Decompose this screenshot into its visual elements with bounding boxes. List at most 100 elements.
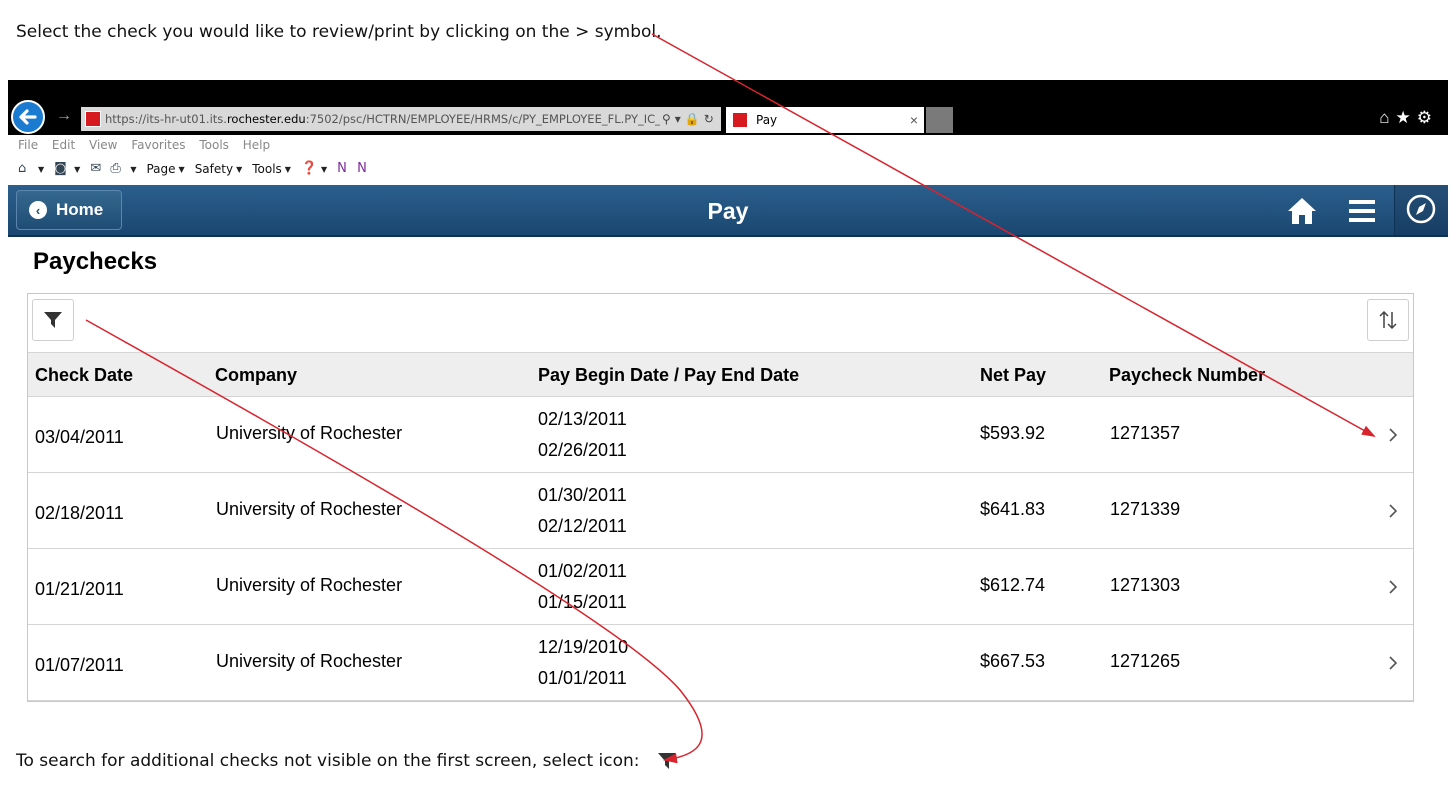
caret-icon[interactable]: ▼ — [74, 165, 80, 174]
tab-close-icon[interactable]: × — [910, 112, 918, 128]
browser-command-bar: ⌂ ▼ ◙ ▼ ✉ ⎙ ▼ Page ▼ Safety ▼ Tools ▼ ❓ ▼ N N — [8, 155, 1448, 183]
table-row[interactable]: 01/07/2011 University of Rochester 12/19… — [28, 625, 1413, 701]
paycheck-number: 1271265 — [1110, 651, 1181, 671]
pay-begin-date: 02/13/2011 — [538, 409, 627, 429]
caret-icon[interactable]: ▼ — [285, 165, 291, 174]
col-paycheck-number[interactable]: Paycheck Number — [1109, 365, 1265, 386]
table-row[interactable]: 02/18/2011 University of Rochester 01/30… — [28, 473, 1413, 549]
menu-favorites[interactable]: Favorites — [131, 138, 185, 152]
navbar-zone[interactable] — [1394, 185, 1448, 235]
browser-menubar: File Edit View Favorites Tools Help — [8, 135, 1448, 155]
instruction-bottom-text: To search for additional checks not visi… — [16, 751, 640, 771]
col-company[interactable]: Company — [215, 365, 297, 386]
check-date: 03/04/2011 — [35, 427, 124, 447]
print-icon[interactable]: ⎙ — [110, 162, 126, 176]
browser-toolbar-icons: ⌂★⚙ — [1379, 108, 1438, 128]
sort-icon — [1379, 310, 1397, 330]
filter-icon — [44, 312, 62, 328]
caret-icon[interactable]: ▼ — [179, 165, 185, 174]
caret-icon[interactable]: ▼ — [236, 165, 242, 174]
net-pay: $593.92 — [980, 423, 1046, 443]
back-arrow-icon — [19, 109, 37, 125]
net-pay: $612.74 — [980, 575, 1046, 595]
cmd-page[interactable]: Page — [146, 162, 175, 176]
company: University of Rochester — [216, 423, 403, 443]
url-domain: rochester.edu — [226, 112, 306, 126]
paycheck-number: 1271339 — [1110, 499, 1181, 519]
table-row[interactable]: 01/21/2011 University of Rochester 01/02… — [28, 549, 1413, 625]
cmd-tools[interactable]: Tools — [252, 162, 282, 176]
favorites-star-icon[interactable]: ★ — [1396, 108, 1417, 127]
browser-forward-button[interactable]: → — [56, 107, 72, 125]
browser-home-icon[interactable]: ⌂ — [1379, 108, 1395, 127]
caret-icon[interactable]: ▼ — [130, 165, 136, 174]
cmd-home-icon[interactable]: ⌂ — [18, 162, 34, 176]
mail-icon[interactable]: ✉ — [90, 162, 106, 176]
oracle-favicon-icon — [85, 111, 101, 127]
check-date: 01/07/2011 — [35, 655, 124, 675]
new-tab-button[interactable] — [926, 107, 953, 133]
url-prefix: https://its-hr-ut01.its. — [105, 112, 227, 126]
help-icon[interactable]: ❓ — [301, 162, 317, 176]
browser-tabbar: → https://its-hr-ut01.its.rochester.edu:… — [8, 80, 1448, 135]
compass-icon[interactable] — [1405, 193, 1437, 225]
page-header-title: Pay — [707, 198, 749, 224]
grid-toolbar — [28, 294, 1413, 352]
caret-icon[interactable]: ▼ — [38, 165, 44, 174]
pay-end-date: 02/26/2011 — [538, 440, 627, 460]
instruction-bottom: To search for additional checks not visi… — [16, 750, 679, 772]
tab-favicon-icon — [732, 112, 748, 128]
filter-button[interactable] — [32, 299, 74, 341]
onenote-linked-icon[interactable]: N — [357, 162, 373, 176]
company: University of Rochester — [216, 499, 403, 519]
paycheck-number: 1271357 — [1110, 423, 1181, 443]
company: University of Rochester — [216, 651, 403, 671]
net-pay: $641.83 — [980, 499, 1046, 519]
table-header: Check Date Company Pay Begin Date / Pay … — [28, 352, 1413, 397]
address-bar[interactable]: https://its-hr-ut01.its.rochester.edu:75… — [81, 107, 721, 131]
instruction-top: Select the check you would like to revie… — [16, 22, 662, 42]
col-check-date[interactable]: Check Date — [35, 365, 133, 386]
cmd-safety[interactable]: Safety — [195, 162, 233, 176]
menu-edit[interactable]: Edit — [52, 138, 75, 152]
check-date: 02/18/2011 — [35, 503, 124, 523]
pay-end-date: 01/01/2011 — [538, 668, 627, 688]
col-net-pay[interactable]: Net Pay — [980, 365, 1046, 386]
paychecks-grid: Check Date Company Pay Begin Date / Pay … — [27, 293, 1414, 702]
check-date: 01/21/2011 — [35, 579, 124, 599]
net-pay: $667.53 — [980, 651, 1046, 671]
rss-feed-icon[interactable]: ◙ — [54, 162, 70, 176]
table-row[interactable]: 03/04/2011 University of Rochester 02/13… — [28, 397, 1413, 473]
address-bar-icons[interactable]: ⚲▾🔒↻ — [662, 112, 718, 126]
address-url: https://its-hr-ut01.its.rochester.edu:75… — [105, 112, 660, 126]
sort-button[interactable] — [1367, 299, 1409, 341]
pay-begin-date: 01/30/2011 — [538, 485, 627, 505]
paycheck-number: 1271303 — [1110, 575, 1181, 595]
chevron-right-icon[interactable] — [1385, 499, 1401, 523]
menu-view[interactable]: View — [89, 138, 117, 152]
menu-tools[interactable]: Tools — [199, 138, 229, 152]
menu-file[interactable]: File — [18, 138, 38, 152]
pay-end-date: 02/12/2011 — [538, 516, 627, 536]
browser-back-button[interactable] — [11, 100, 45, 134]
company: University of Rochester — [216, 575, 403, 595]
chevron-right-icon[interactable] — [1385, 651, 1401, 675]
menu-help[interactable]: Help — [243, 138, 270, 152]
home-icon[interactable] — [1286, 195, 1318, 227]
chevron-right-icon[interactable] — [1385, 575, 1401, 599]
caret-icon[interactable]: ▼ — [321, 165, 327, 174]
url-rest: :7502/psc/HCTRN/EMPLOYEE/HRMS/c/PY_EMPLO… — [305, 112, 660, 126]
tab-title: Pay — [756, 113, 778, 127]
col-pay-dates[interactable]: Pay Begin Date / Pay End Date — [538, 365, 799, 386]
page-title: Paychecks — [33, 248, 158, 275]
filter-icon — [657, 753, 676, 769]
app-header: ‹ Home Pay — [8, 185, 1448, 237]
pay-end-date: 01/15/2011 — [538, 592, 627, 612]
onenote-icon[interactable]: N — [337, 162, 353, 176]
browser-tab-pay[interactable]: Pay × — [726, 107, 924, 133]
pay-begin-date: 01/02/2011 — [538, 561, 627, 581]
chevron-right-icon[interactable] — [1385, 423, 1401, 447]
pay-begin-date: 12/19/2010 — [538, 637, 629, 657]
hamburger-menu-icon[interactable] — [1346, 195, 1378, 227]
settings-gear-icon[interactable]: ⚙ — [1417, 108, 1438, 127]
